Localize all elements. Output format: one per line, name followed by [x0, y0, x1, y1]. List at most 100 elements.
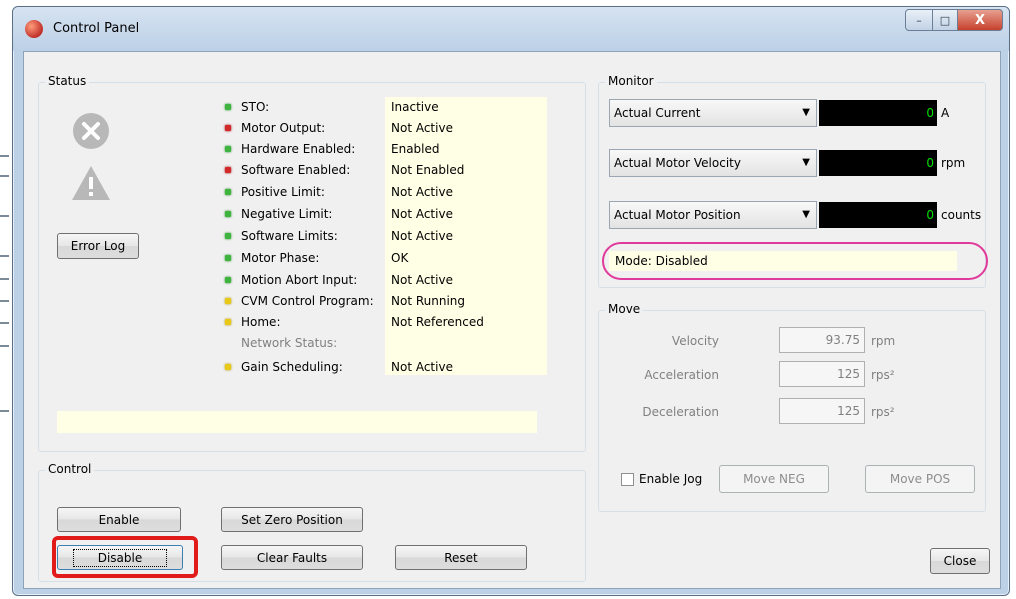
led-icon	[225, 125, 231, 131]
status-value: Not Active	[391, 185, 453, 199]
minimize-button[interactable]: –	[905, 9, 933, 31]
status-group-title: Status	[45, 74, 90, 88]
monitor-channel-2-readout: 0	[819, 150, 937, 176]
led-icon	[225, 364, 231, 370]
close-label: Close	[943, 554, 977, 568]
disable-highlight-annotation	[52, 536, 198, 578]
chevron-down-icon: ▼	[802, 209, 810, 220]
status-label: Home:	[241, 315, 281, 329]
status-row-software-enabled: Software Enabled: Not Enabled	[225, 160, 555, 180]
status-row-home: Home: Not Referenced	[225, 312, 555, 332]
velocity-unit: rpm	[871, 334, 896, 348]
status-row-positive-limit: Positive Limit: Not Active	[225, 182, 555, 202]
status-value: Not Active	[391, 273, 453, 287]
led-icon	[225, 298, 231, 304]
maximize-button[interactable]: □	[933, 9, 958, 31]
status-value: Not Active	[391, 207, 453, 221]
status-label: Motion Abort Input:	[241, 273, 358, 287]
error-log-label: Error Log	[70, 239, 126, 253]
control-panel-window: Control Panel – □ X Status Error Log STO…	[12, 6, 1010, 596]
move-group-title: Move	[605, 302, 644, 316]
status-value: Not Active	[391, 360, 453, 374]
led-icon	[225, 319, 231, 325]
acceleration-unit: rps²	[871, 368, 895, 382]
status-value: Not Running	[391, 294, 466, 308]
velocity-input[interactable]: 93.75	[779, 327, 865, 353]
deceleration-input[interactable]: 125	[779, 398, 865, 424]
reset-label: Reset	[444, 550, 478, 565]
status-value: Inactive	[391, 100, 439, 114]
status-row-cvm-control-program: CVM Control Program: Not Running	[225, 291, 555, 311]
deceleration-label: Deceleration	[642, 405, 719, 419]
enable-jog-checkbox[interactable]	[621, 473, 634, 486]
chevron-down-icon: ▼	[802, 107, 810, 118]
status-value: Not Active	[391, 121, 453, 135]
control-group-title: Control	[45, 462, 95, 476]
status-label: Gain Scheduling:	[241, 360, 343, 374]
close-window-button[interactable]: X	[958, 9, 1003, 31]
set-zero-position-button[interactable]: Set Zero Position	[221, 507, 363, 532]
status-label: Hardware Enabled:	[241, 142, 356, 156]
chevron-down-icon: ▼	[802, 157, 810, 168]
move-neg-button[interactable]: Move NEG	[719, 465, 829, 493]
led-icon	[225, 233, 231, 239]
led-icon	[225, 146, 231, 152]
status-row-negative-limit: Negative Limit: Not Active	[225, 204, 555, 224]
status-label: Motor Phase:	[241, 251, 320, 265]
status-value: Not Enabled	[391, 163, 465, 177]
monitor-channel-3-readout: 0	[819, 202, 937, 228]
enable-button[interactable]: Enable	[57, 507, 181, 532]
error-log-button[interactable]: Error Log	[57, 233, 139, 259]
enable-label: Enable	[98, 512, 140, 527]
monitor-channel-2-unit: rpm	[941, 156, 966, 170]
reset-button[interactable]: Reset	[395, 545, 527, 570]
status-row-gain-scheduling: Gain Scheduling: Not Active	[225, 357, 555, 377]
status-group: Status Error Log STO: Inactive Motor Out…	[38, 74, 586, 452]
set-zero-position-label: Set Zero Position	[241, 512, 343, 527]
led-icon	[225, 277, 231, 283]
monitor-channel-3-value: Actual Motor Position	[614, 208, 741, 222]
move-group: Move Velocity 93.75 rpm Acceleration 125…	[598, 302, 986, 512]
led-icon	[225, 189, 231, 195]
monitor-channel-1-value: Actual Current	[614, 106, 701, 120]
status-value: Enabled	[391, 142, 440, 156]
monitor-group-title: Monitor	[605, 74, 657, 88]
move-pos-label: Move POS	[889, 472, 951, 486]
close-icon: X	[974, 12, 986, 28]
led-icon	[225, 167, 231, 173]
client-area: Status Error Log STO: Inactive Motor Out…	[23, 51, 1001, 589]
status-label: Motor Output:	[241, 121, 326, 135]
status-value: Not Referenced	[391, 315, 484, 329]
monitor-channel-2-select[interactable]: Actual Motor Velocity ▼	[609, 149, 817, 177]
status-row-motor-phase: Motor Phase: OK	[225, 248, 555, 268]
status-label: CVM Control Program:	[241, 294, 374, 308]
enable-jog-label: Enable Jog	[639, 472, 703, 486]
status-label: Network Status:	[241, 336, 338, 350]
status-row-motion-abort-input: Motion Abort Input: Not Active	[225, 270, 555, 290]
move-pos-button[interactable]: Move POS	[865, 465, 975, 493]
deceleration-unit: rps²	[871, 405, 895, 419]
acceleration-input[interactable]: 125	[779, 361, 865, 387]
mode-highlight-annotation	[602, 242, 988, 280]
clear-faults-button[interactable]: Clear Faults	[221, 545, 363, 570]
acceleration-label: Acceleration	[644, 368, 719, 382]
status-row-motor-output: Motor Output: Not Active	[225, 118, 555, 138]
status-label: Positive Limit:	[241, 185, 325, 199]
monitor-channel-3-select[interactable]: Actual Motor Position ▼	[609, 201, 817, 229]
app-icon	[25, 20, 43, 38]
status-row-network-status: Network Status:	[225, 333, 555, 353]
desktop-edge	[0, 0, 12, 599]
led-icon	[225, 255, 231, 261]
title-bar[interactable]: Control Panel – □ X	[13, 7, 1009, 51]
monitor-channel-1-select[interactable]: Actual Current ▼	[609, 99, 817, 127]
warning-icon	[72, 166, 110, 200]
close-button[interactable]: Close	[930, 548, 990, 574]
status-label: Software Limits:	[241, 229, 338, 243]
status-label: STO:	[241, 100, 270, 114]
status-value: OK	[391, 251, 409, 265]
led-icon	[225, 211, 231, 217]
status-list: STO: Inactive Motor Output: Not Active H…	[225, 97, 555, 375]
status-label: Software Enabled:	[241, 163, 351, 177]
monitor-channel-1-unit: A	[941, 106, 950, 120]
status-row-hardware-enabled: Hardware Enabled: Enabled	[225, 139, 555, 159]
